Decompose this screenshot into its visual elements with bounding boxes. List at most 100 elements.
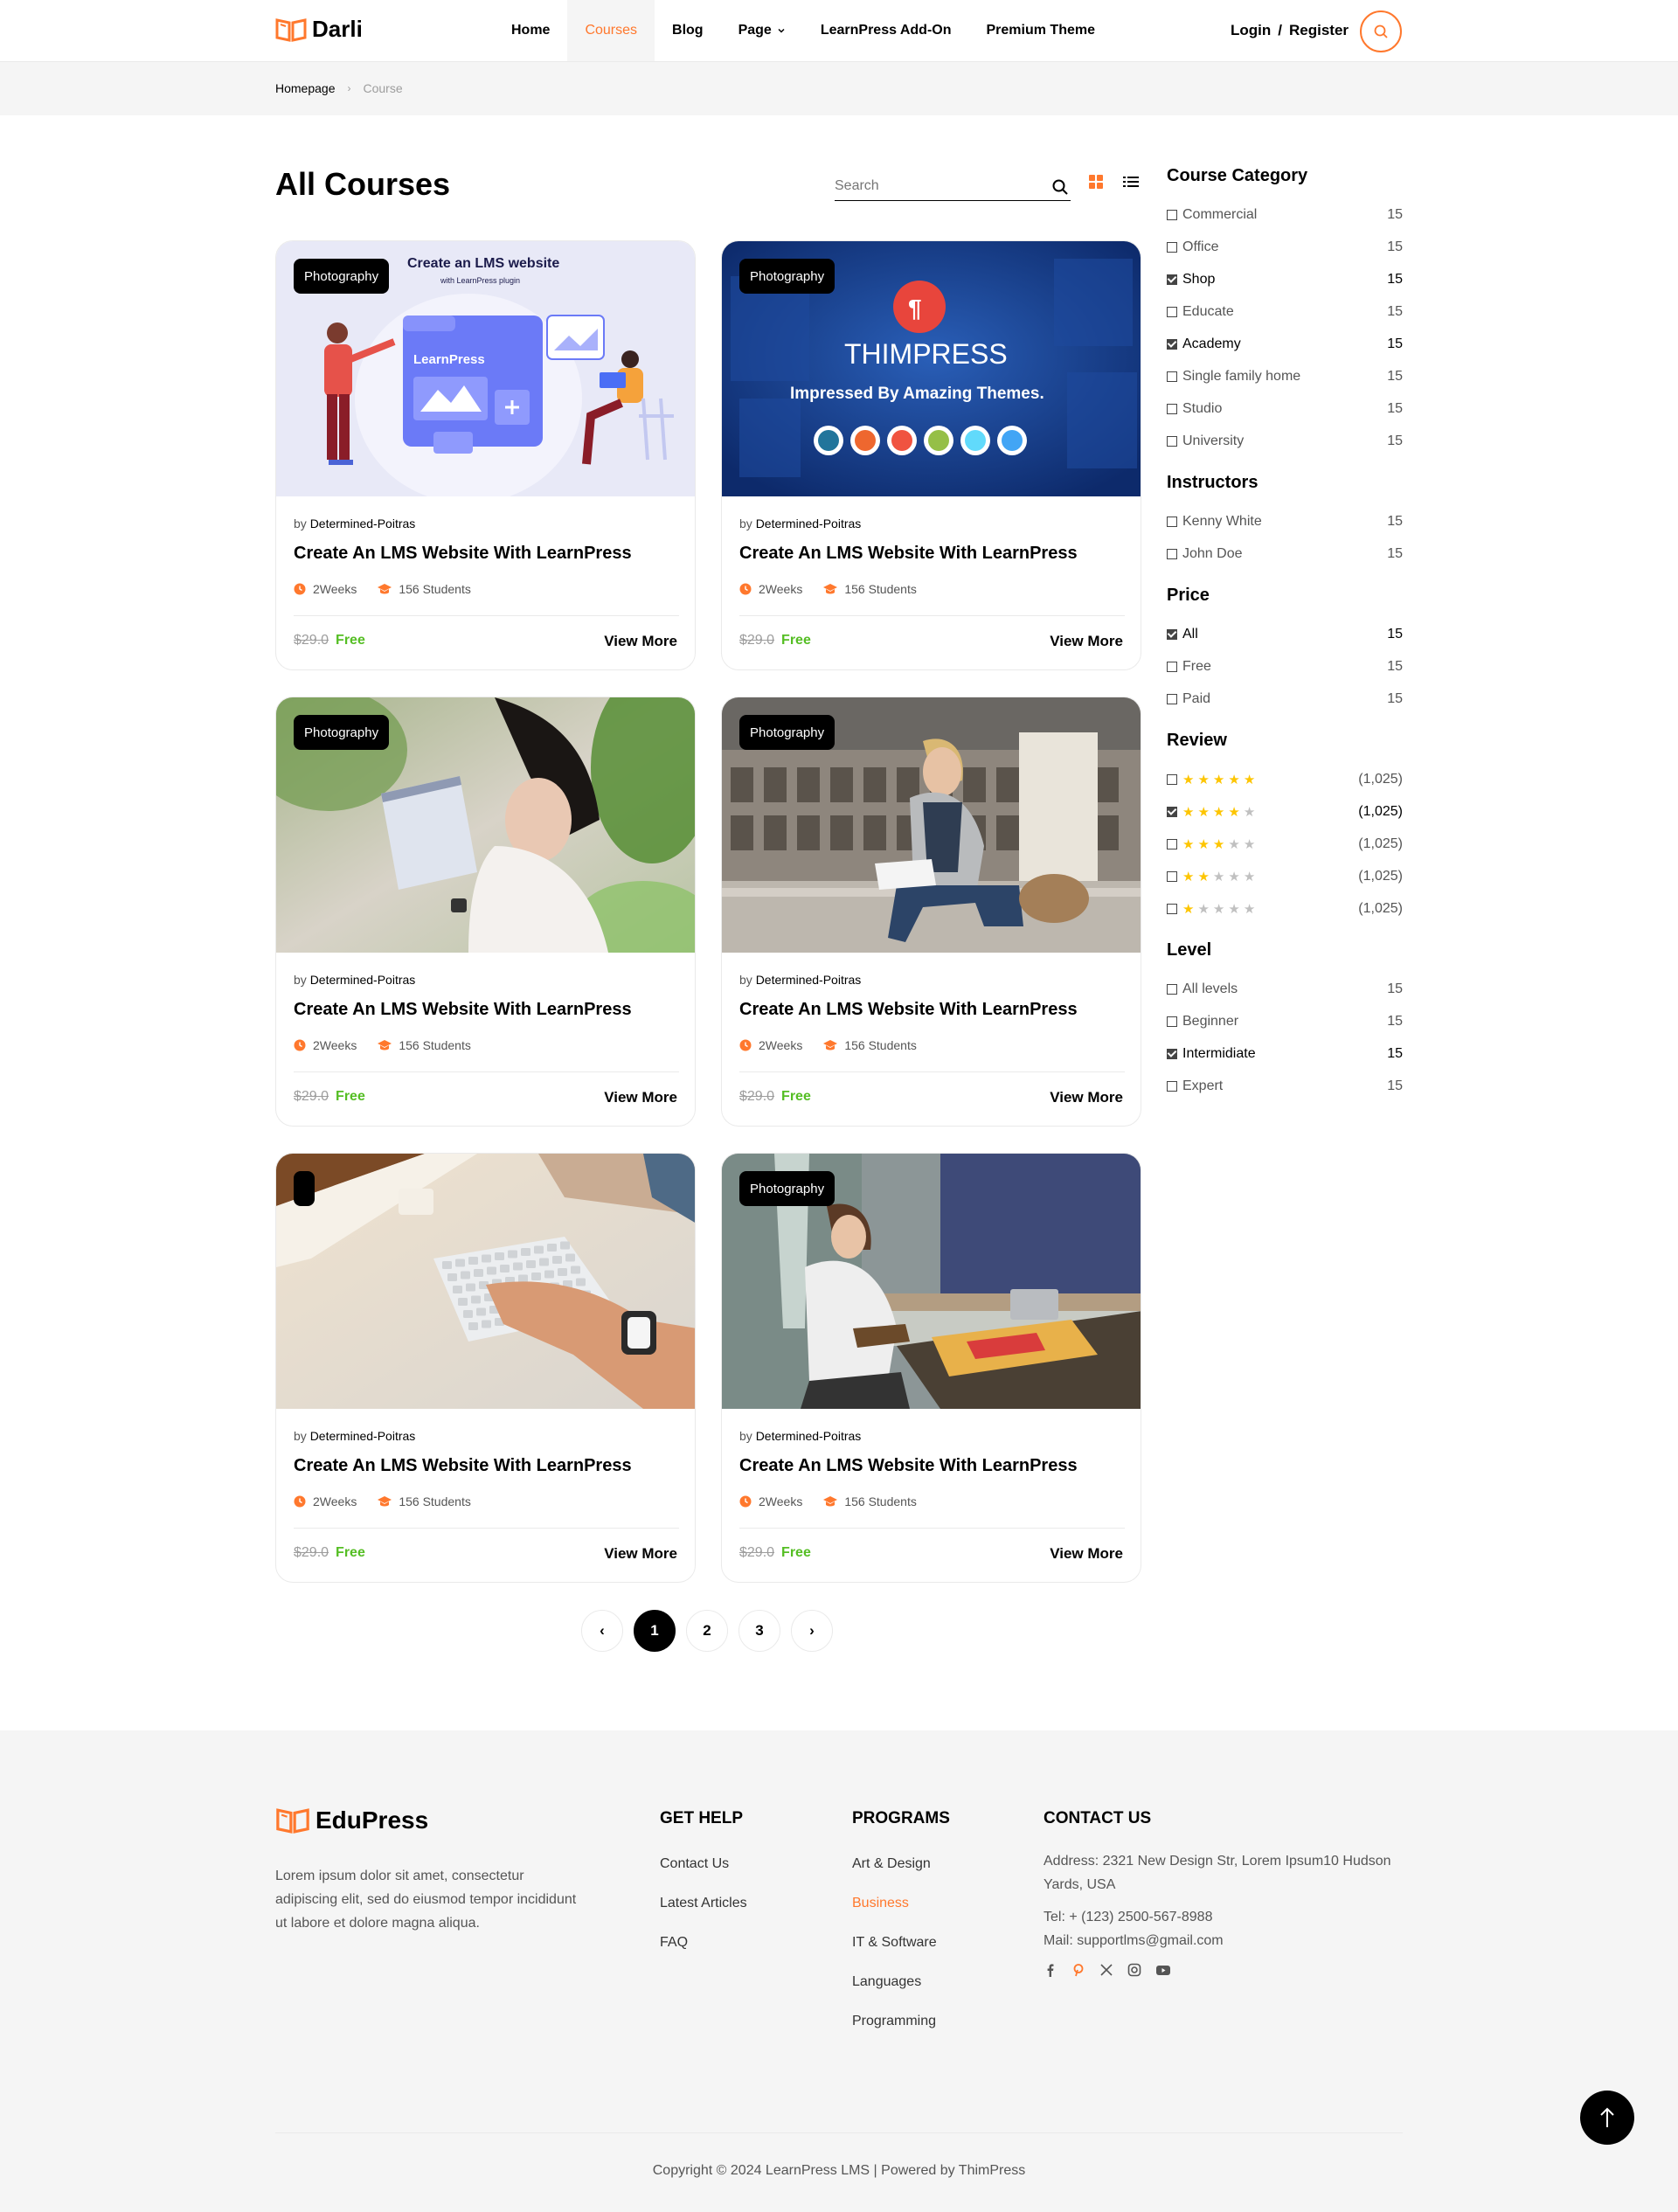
course-card[interactable]: by Determined-Poitras Create An LMS Webs… <box>275 1153 696 1583</box>
filter-option[interactable]: Academy 15 <box>1167 328 1403 360</box>
filter-option[interactable]: Expert 15 <box>1167 1070 1403 1102</box>
course-title[interactable]: Create An LMS Website With LearnPress <box>739 544 1078 564</box>
checkbox[interactable] <box>1167 403 1177 414</box>
course-card[interactable]: ¶ THIMPRESS Impressed By Amazing Themes.… <box>721 240 1141 670</box>
course-title[interactable]: Create An LMS Website With LearnPress <box>294 544 632 564</box>
nav-home[interactable]: Home <box>494 0 567 61</box>
checkbox[interactable] <box>1167 1016 1177 1027</box>
checkbox[interactable] <box>1167 371 1177 382</box>
checkbox[interactable] <box>1167 1048 1177 1059</box>
footer-link[interactable]: Latest Articles <box>660 1896 747 1935</box>
filter-option[interactable]: John Doe 15 <box>1167 537 1403 570</box>
course-title[interactable]: Create An LMS Website With LearnPress <box>294 1000 632 1020</box>
pagination-next[interactable]: › <box>791 1610 833 1652</box>
filter-option[interactable]: Commercial 15 <box>1167 198 1403 231</box>
checkbox[interactable] <box>1167 773 1177 785</box>
footer-link[interactable]: Contact Us <box>660 1856 747 1896</box>
category-badge[interactable]: Photography <box>294 715 390 750</box>
view-more-link[interactable]: View More <box>1050 1089 1123 1106</box>
filter-option[interactable]: Kenny White 15 <box>1167 505 1403 537</box>
filter-option[interactable]: University 15 <box>1167 425 1403 457</box>
filter-option[interactable]: Educate 15 <box>1167 295 1403 328</box>
checkbox[interactable] <box>1167 661 1177 672</box>
course-title[interactable]: Create An LMS Website With LearnPress <box>294 1456 632 1476</box>
login-link[interactable]: Login <box>1231 22 1271 39</box>
pagination-page[interactable]: 2 <box>686 1610 728 1652</box>
list-view-icon[interactable] <box>1123 175 1139 189</box>
author-name[interactable]: Determined-Poitras <box>756 1429 862 1443</box>
view-more-link[interactable]: View More <box>604 1089 677 1106</box>
nav-premium-theme[interactable]: Premium Theme <box>969 0 1113 61</box>
checkbox[interactable] <box>1167 274 1177 285</box>
filter-option[interactable]: Shop 15 <box>1167 263 1403 295</box>
filter-option[interactable]: ★ ★ ★ ★ ★ (1,025) <box>1167 892 1403 925</box>
register-link[interactable]: Register <box>1289 22 1349 39</box>
filter-option[interactable]: ★ ★ ★ ★ ★ (1,025) <box>1167 828 1403 860</box>
checkbox[interactable] <box>1167 306 1177 317</box>
checkbox[interactable] <box>1167 548 1177 559</box>
footer-logo[interactable]: EduPress <box>275 1806 428 1834</box>
course-title[interactable]: Create An LMS Website With LearnPress <box>739 1000 1078 1020</box>
course-card[interactable]: LearnPress Create an LMS website with Le… <box>275 240 696 670</box>
checkbox[interactable] <box>1167 838 1177 849</box>
youtube-icon[interactable] <box>1155 1963 1171 1977</box>
filter-option[interactable]: All 15 <box>1167 618 1403 650</box>
filter-option[interactable]: All levels 15 <box>1167 973 1403 1005</box>
grid-view-icon[interactable] <box>1089 175 1103 189</box>
checkbox[interactable] <box>1167 983 1177 995</box>
header-search-button[interactable] <box>1360 10 1402 52</box>
footer-link[interactable]: Programming <box>852 2014 950 2053</box>
view-more-link[interactable]: View More <box>604 1545 677 1563</box>
checkbox[interactable] <box>1167 628 1177 640</box>
pagination-page[interactable]: 3 <box>738 1610 780 1652</box>
footer-link[interactable]: Business <box>852 1896 950 1935</box>
checkbox[interactable] <box>1167 338 1177 350</box>
author-name[interactable]: Determined-Poitras <box>310 1429 416 1443</box>
course-card[interactable]: Photography by Determined-Poitras Create… <box>275 697 696 1127</box>
course-card[interactable]: Photography by Determined-Poitras Create… <box>721 1153 1141 1583</box>
facebook-icon[interactable] <box>1044 1963 1057 1977</box>
category-badge[interactable]: Photography <box>294 259 390 294</box>
footer-link[interactable]: Languages <box>852 1974 950 2014</box>
footer-link[interactable]: IT & Software <box>852 1935 950 1974</box>
course-title[interactable]: Create An LMS Website With LearnPress <box>739 1456 1078 1476</box>
back-to-top-button[interactable] <box>1580 2091 1634 2145</box>
checkbox[interactable] <box>1167 435 1177 447</box>
logo[interactable]: Darli <box>275 16 363 43</box>
category-badge[interactable]: Photography <box>739 259 836 294</box>
filter-option[interactable]: ★ ★ ★ ★ ★ (1,025) <box>1167 795 1403 828</box>
filter-option[interactable]: Beginner 15 <box>1167 1005 1403 1037</box>
checkbox[interactable] <box>1167 241 1177 253</box>
checkbox[interactable] <box>1167 209 1177 220</box>
view-more-link[interactable]: View More <box>604 633 677 650</box>
instagram-icon[interactable] <box>1127 1963 1141 1977</box>
nav-blog[interactable]: Blog <box>655 0 721 61</box>
course-search-input[interactable] <box>835 173 1036 199</box>
filter-option[interactable]: Free 15 <box>1167 650 1403 683</box>
author-name[interactable]: Determined-Poitras <box>310 973 416 987</box>
checkbox[interactable] <box>1167 516 1177 527</box>
filter-option[interactable]: Intermidiate 15 <box>1167 1037 1403 1070</box>
search-icon[interactable] <box>1051 178 1069 196</box>
author-name[interactable]: Determined-Poitras <box>310 517 416 530</box>
author-name[interactable]: Determined-Poitras <box>756 517 862 530</box>
x-icon[interactable] <box>1099 1963 1113 1977</box>
filter-option[interactable]: Single family home 15 <box>1167 360 1403 392</box>
footer-link[interactable]: Art & Design <box>852 1856 950 1896</box>
nav-courses[interactable]: Courses <box>567 0 655 61</box>
breadcrumb-home[interactable]: Homepage <box>275 81 336 95</box>
checkbox[interactable] <box>1167 903 1177 914</box>
course-card[interactable]: Photography by Determined-Poitras Create… <box>721 697 1141 1127</box>
checkbox[interactable] <box>1167 693 1177 704</box>
pinterest-icon[interactable] <box>1071 1963 1085 1977</box>
category-badge[interactable]: Photography <box>739 1171 836 1206</box>
checkbox[interactable] <box>1167 1080 1177 1092</box>
filter-option[interactable]: ★ ★ ★ ★ ★ (1,025) <box>1167 860 1403 892</box>
filter-option[interactable]: ★ ★ ★ ★ ★ (1,025) <box>1167 763 1403 795</box>
view-more-link[interactable]: View More <box>1050 633 1123 650</box>
filter-option[interactable]: Studio 15 <box>1167 392 1403 425</box>
view-more-link[interactable]: View More <box>1050 1545 1123 1563</box>
pagination-prev[interactable]: ‹ <box>581 1610 623 1652</box>
filter-option[interactable]: Office 15 <box>1167 231 1403 263</box>
author-name[interactable]: Determined-Poitras <box>756 973 862 987</box>
